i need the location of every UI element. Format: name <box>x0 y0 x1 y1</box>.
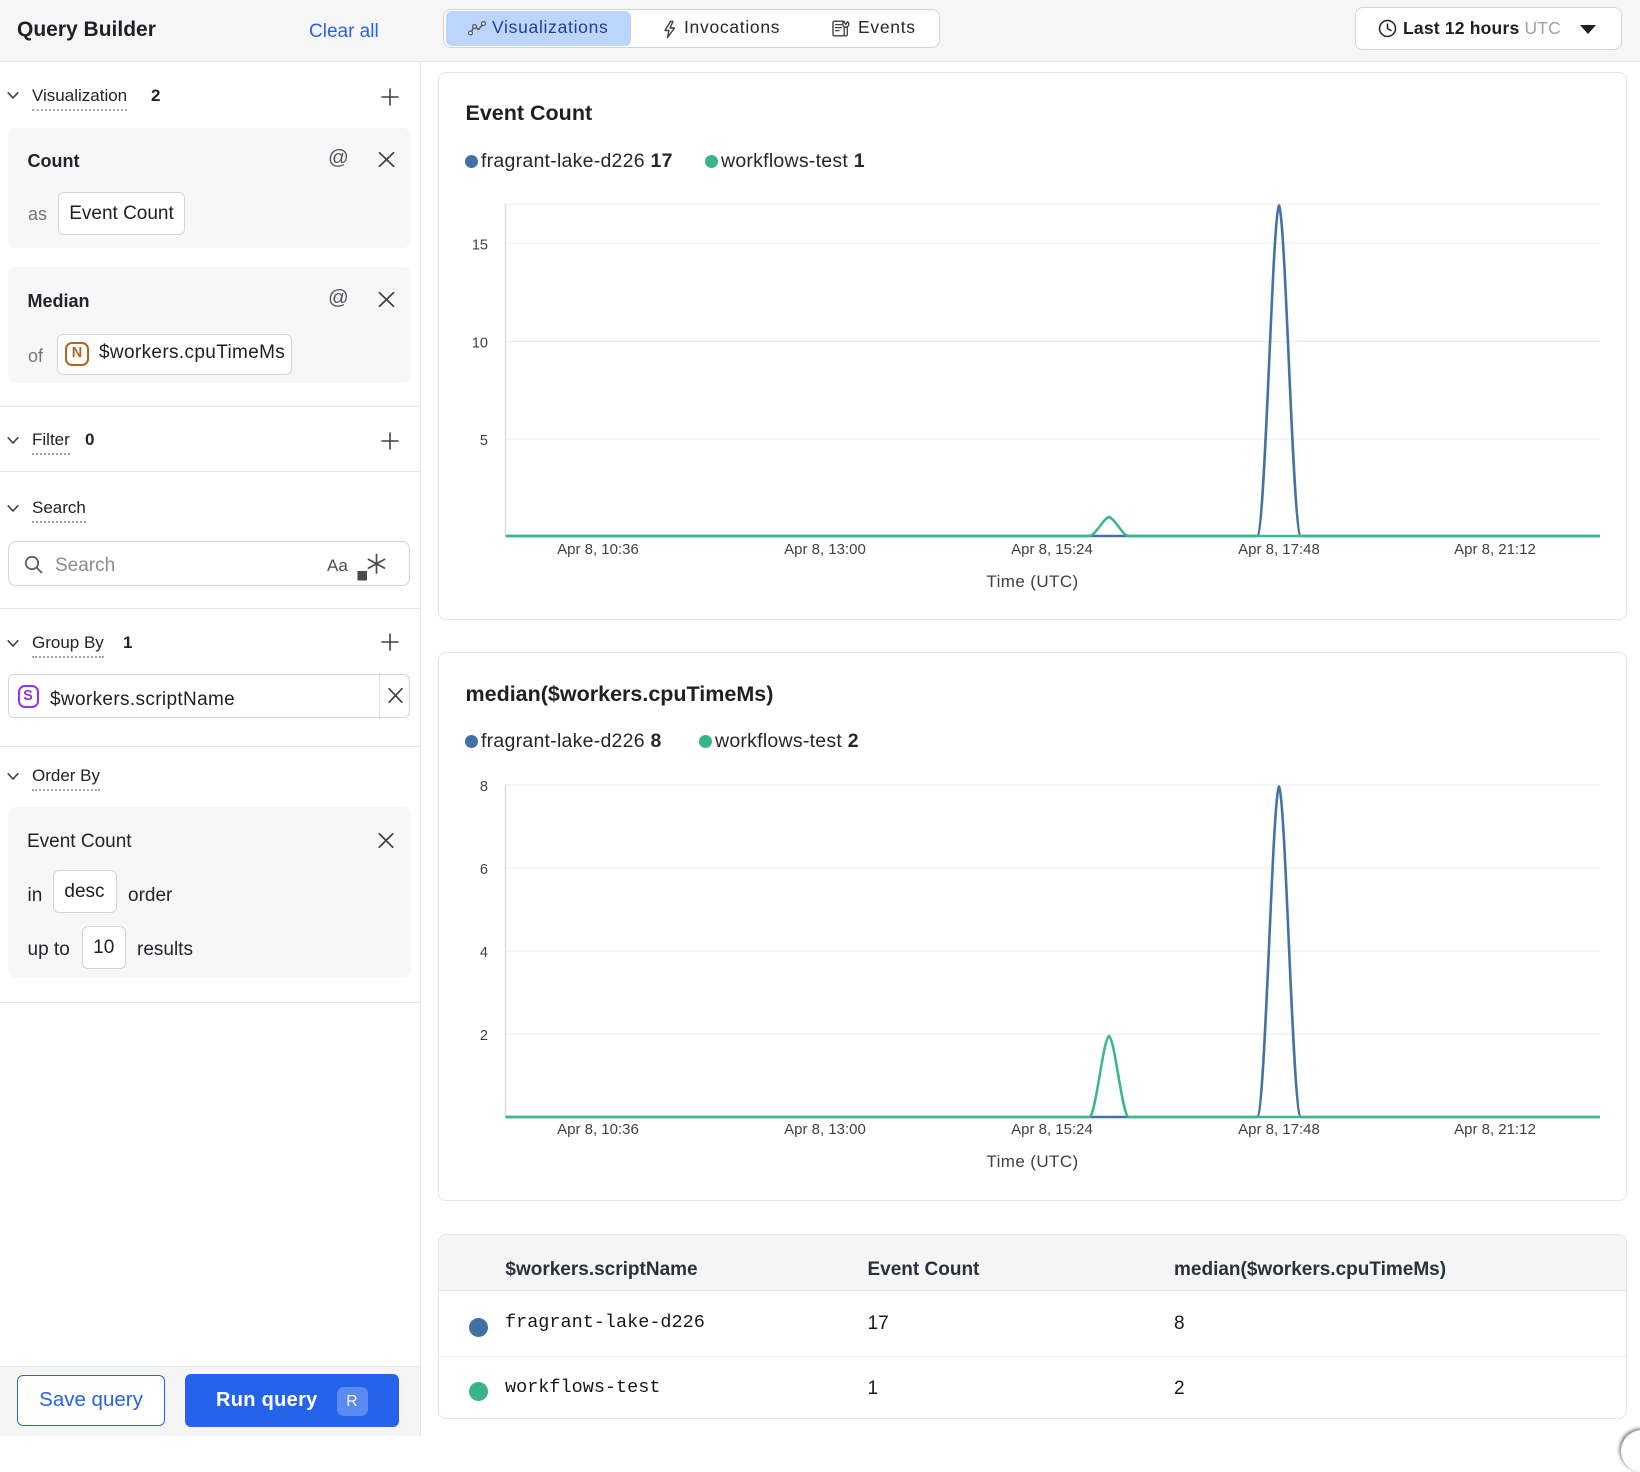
svg-text:8: 8 <box>480 779 488 795</box>
svg-text:Apr 8, 17:48: Apr 8, 17:48 <box>1238 541 1320 558</box>
svg-text:Apr 8, 21:12: Apr 8, 21:12 <box>1454 1121 1536 1138</box>
svg-text:Apr 8, 13:00: Apr 8, 13:00 <box>784 541 866 558</box>
svg-text:Time (UTC): Time (UTC) <box>986 1152 1078 1171</box>
svg-text:Apr 8, 21:12: Apr 8, 21:12 <box>1454 541 1536 558</box>
svg-text:10: 10 <box>472 335 488 351</box>
svg-text:Apr 8, 17:48: Apr 8, 17:48 <box>1238 1121 1320 1138</box>
svg-text:Apr 8, 15:24: Apr 8, 15:24 <box>1011 1121 1093 1138</box>
svg-text:Apr 8, 15:24: Apr 8, 15:24 <box>1011 541 1093 558</box>
svg-text:Apr 8, 10:36: Apr 8, 10:36 <box>557 1121 639 1138</box>
svg-text:Time (UTC): Time (UTC) <box>986 572 1078 591</box>
svg-text:5: 5 <box>480 433 488 449</box>
svg-text:15: 15 <box>472 238 488 254</box>
svg-text:2: 2 <box>480 1028 488 1044</box>
svg-text:6: 6 <box>480 862 488 878</box>
svg-text:Apr 8, 10:36: Apr 8, 10:36 <box>557 541 639 558</box>
svg-text:Apr 8, 13:00: Apr 8, 13:00 <box>784 1121 866 1138</box>
svg-text:4: 4 <box>480 945 488 961</box>
